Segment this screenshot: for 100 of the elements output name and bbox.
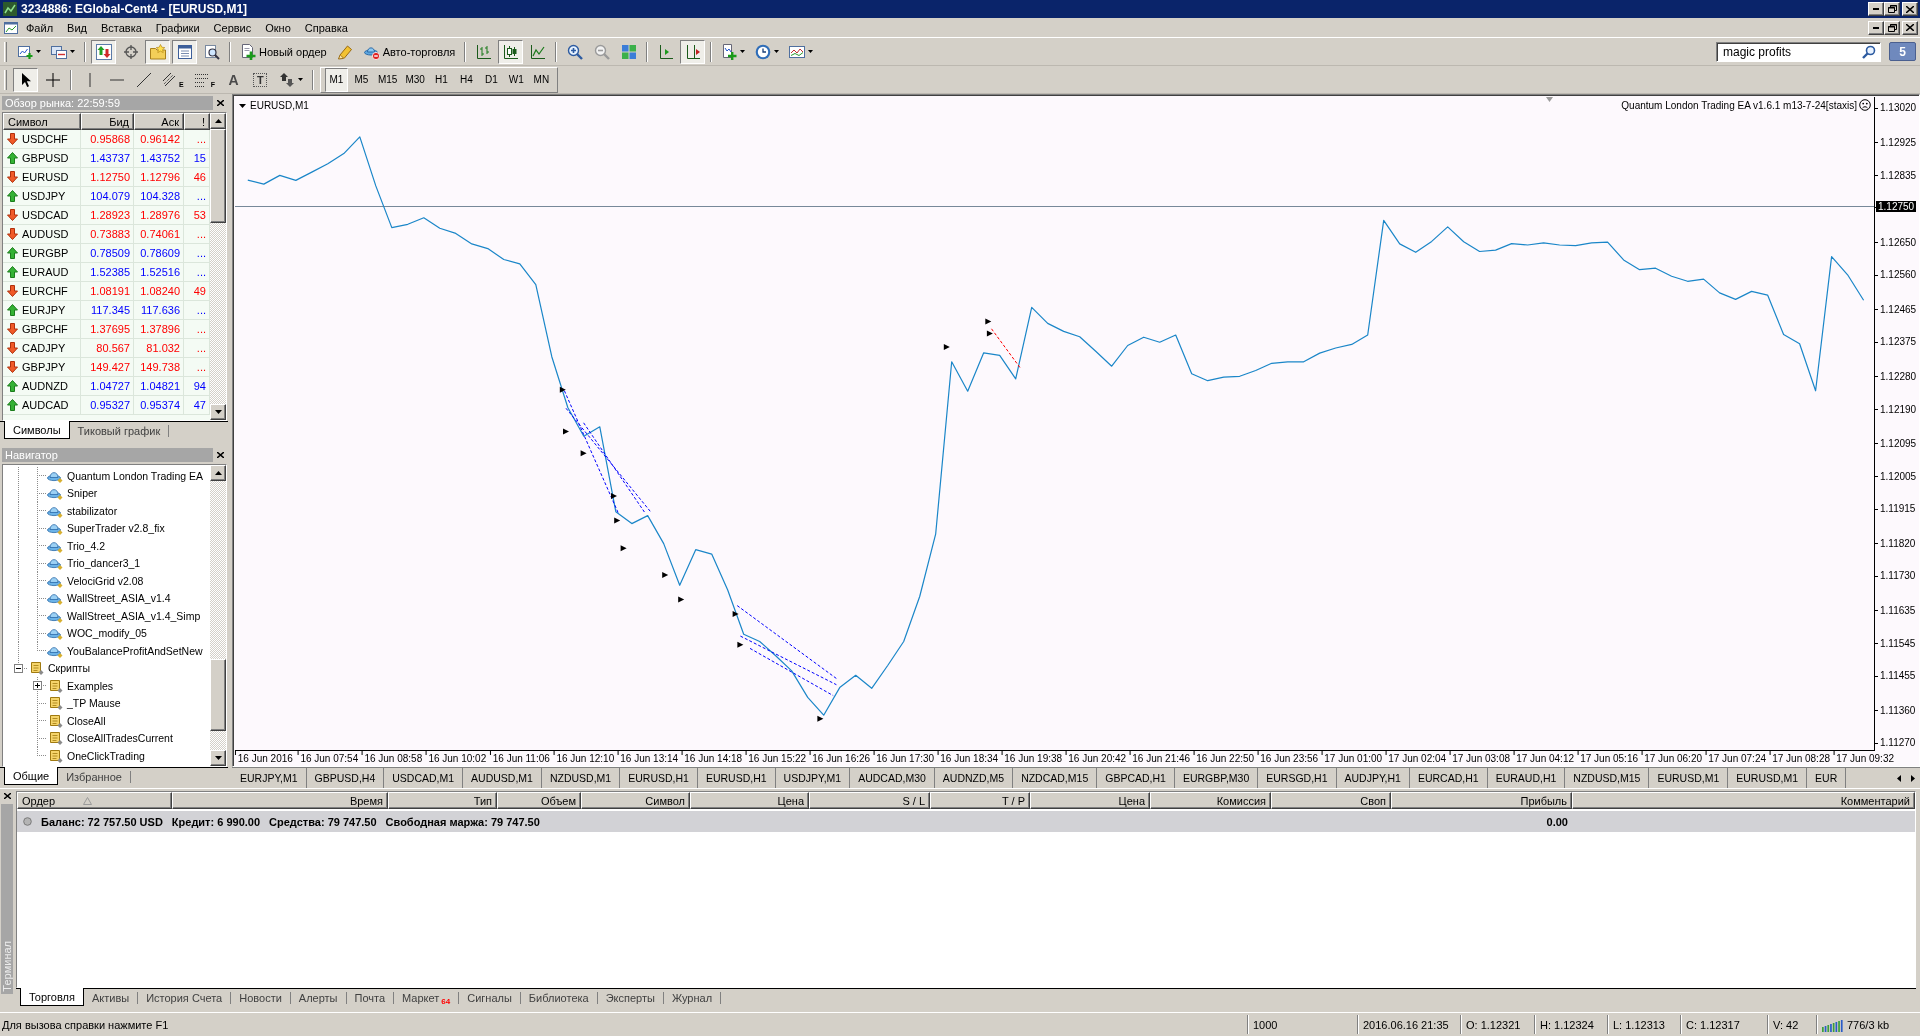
tree-item[interactable]: WallStreet_ASIA_v1.4 — [66, 591, 172, 606]
column-header[interactable]: Бид — [81, 113, 134, 130]
tree-item[interactable]: CloseAllTradesCurrent — [66, 731, 174, 746]
tab[interactable]: Тиковый график — [69, 422, 169, 439]
new-order-button[interactable]: Новый ордер — [236, 39, 331, 64]
text-label-button[interactable]: T — [247, 67, 273, 92]
symbol-name[interactable]: AUDUSD — [22, 228, 69, 240]
tab[interactable]: Эксперты — [597, 989, 663, 1006]
column-header[interactable]: S / L — [809, 792, 930, 809]
tree-item[interactable]: WOC_modify_05 — [66, 626, 148, 641]
symbol-name[interactable]: EURAUD — [22, 266, 69, 278]
tree-item[interactable]: YouBalanceProfitAndSetNew — [66, 643, 204, 658]
tree-item[interactable]: Trio_4.2 — [66, 538, 107, 553]
symbol-name[interactable]: USDCAD — [22, 209, 69, 221]
column-header[interactable]: Комментарий — [1572, 792, 1915, 809]
column-header[interactable]: Прибыль — [1391, 792, 1572, 809]
column-header[interactable]: Комиссия — [1150, 792, 1271, 809]
tree-item[interactable]: Examples — [66, 678, 115, 693]
column-header[interactable]: Символ — [581, 792, 690, 809]
column-header[interactable]: Время — [172, 792, 388, 809]
auto-trading-button[interactable]: Авто-торговля — [359, 39, 460, 64]
market-watch-button[interactable] — [91, 39, 116, 64]
tab[interactable]: Алерты — [290, 989, 346, 1006]
symbol-name[interactable]: USDJPY — [22, 190, 66, 202]
column-header[interactable]: T / P — [930, 792, 1030, 809]
tree-item[interactable]: Quantum London Trading EA — [66, 468, 204, 483]
period-button[interactable]: M30 — [402, 67, 428, 92]
tree-item[interactable]: WallStreet_ASIA_v1.4_Simp — [66, 608, 202, 623]
auto-scroll-button[interactable] — [680, 39, 706, 64]
search-field[interactable]: magic profits — [1716, 41, 1881, 62]
symbol-name[interactable]: EURJPY — [22, 304, 66, 316]
tab[interactable]: Символы — [4, 421, 70, 439]
tree-item[interactable]: Trio_dancer3_1 — [66, 556, 142, 571]
scrollbar[interactable] — [210, 113, 226, 420]
tree-item[interactable]: stabilizator — [66, 503, 119, 518]
column-header[interactable]: Цена — [690, 792, 809, 809]
cursor-button[interactable] — [13, 67, 38, 92]
tab[interactable]: Журнал — [663, 989, 721, 1006]
symbol-name[interactable]: EURGBP — [22, 247, 69, 259]
period-button[interactable]: H4 — [454, 67, 478, 92]
tab[interactable]: Почта — [346, 989, 394, 1006]
column-header[interactable]: Своп — [1271, 792, 1391, 809]
symbol-name[interactable]: AUDNZD — [22, 380, 68, 392]
tree-item[interactable]: VelociGrid v2.08 — [66, 573, 145, 588]
close-button[interactable] — [213, 96, 227, 110]
menu-item[interactable]: Вид — [60, 19, 94, 36]
column-header[interactable]: Ордер — [17, 792, 172, 809]
symbol-name[interactable]: GBPCHF — [22, 323, 68, 335]
tab[interactable]: Новости — [231, 989, 290, 1006]
symbol-name[interactable]: EURUSD — [22, 171, 69, 183]
message-count-button[interactable]: 5 — [1889, 42, 1916, 61]
close-button[interactable] — [1902, 20, 1918, 35]
menu-item[interactable]: Файл — [19, 19, 61, 36]
tab[interactable]: Торговля — [20, 988, 84, 1006]
tree-item[interactable]: OneClickTrading — [66, 748, 146, 763]
tab[interactable]: Сигналы — [459, 989, 520, 1006]
tree-item[interactable]: _TP Mause — [66, 696, 122, 711]
menu-item[interactable]: Окно — [258, 19, 298, 36]
tree-item[interactable]: CloseAll — [66, 713, 107, 728]
scroll-up-button[interactable] — [210, 113, 226, 129]
restore-button[interactable] — [1884, 20, 1900, 35]
scroll-thumb[interactable] — [210, 658, 226, 732]
period-button[interactable]: W1 — [504, 67, 528, 92]
tab[interactable]: История Счета — [138, 989, 231, 1006]
symbol-name[interactable]: EURCHF — [22, 285, 68, 297]
symbol-name[interactable]: USDCHF — [22, 133, 68, 145]
tree-item[interactable]: Sniper — [66, 486, 99, 501]
tab[interactable]: Избранное — [58, 768, 130, 785]
close-button[interactable] — [1, 790, 13, 802]
navigator-button[interactable] — [145, 39, 170, 64]
period-button[interactable]: MN — [529, 67, 553, 92]
menu-item[interactable]: Сервис — [206, 19, 259, 36]
symbol-name[interactable]: GBPJPY — [22, 361, 66, 373]
tree-item[interactable]: SuperTrader v2.8_fix — [66, 521, 166, 536]
menu-item[interactable]: Графики — [148, 19, 207, 36]
scroll-down-button[interactable] — [210, 404, 226, 420]
tree-item[interactable]: Скрипты — [47, 661, 91, 676]
period-button[interactable]: D1 — [479, 67, 503, 92]
column-header[interactable]: Цена — [1030, 792, 1150, 809]
minimize-button[interactable] — [1868, 20, 1884, 35]
minimize-button[interactable] — [1868, 2, 1884, 16]
terminal-button[interactable] — [172, 39, 197, 64]
menu-item[interactable]: Справка — [297, 19, 355, 36]
period-button[interactable]: M5 — [349, 67, 373, 92]
restore-button[interactable] — [1884, 2, 1900, 16]
column-header[interactable]: Объем — [497, 792, 581, 809]
tab[interactable]: Активы — [83, 989, 138, 1006]
scroll-down-button[interactable] — [210, 750, 226, 766]
scrollbar[interactable] — [210, 465, 226, 766]
period-button[interactable]: H1 — [429, 67, 453, 92]
tab[interactable]: Библиотека — [520, 989, 597, 1006]
symbol-name[interactable]: GBPUSD — [22, 152, 69, 164]
period-button[interactable]: M1 — [324, 67, 348, 92]
scroll-thumb[interactable] — [210, 129, 226, 223]
tab[interactable]: Общие — [4, 767, 59, 785]
candlestick-button[interactable] — [498, 39, 524, 64]
text-button[interactable]: A — [220, 67, 246, 92]
scroll-up-button[interactable] — [210, 465, 226, 481]
column-header[interactable]: ! — [184, 113, 210, 130]
column-header[interactable]: Символ — [3, 113, 81, 130]
